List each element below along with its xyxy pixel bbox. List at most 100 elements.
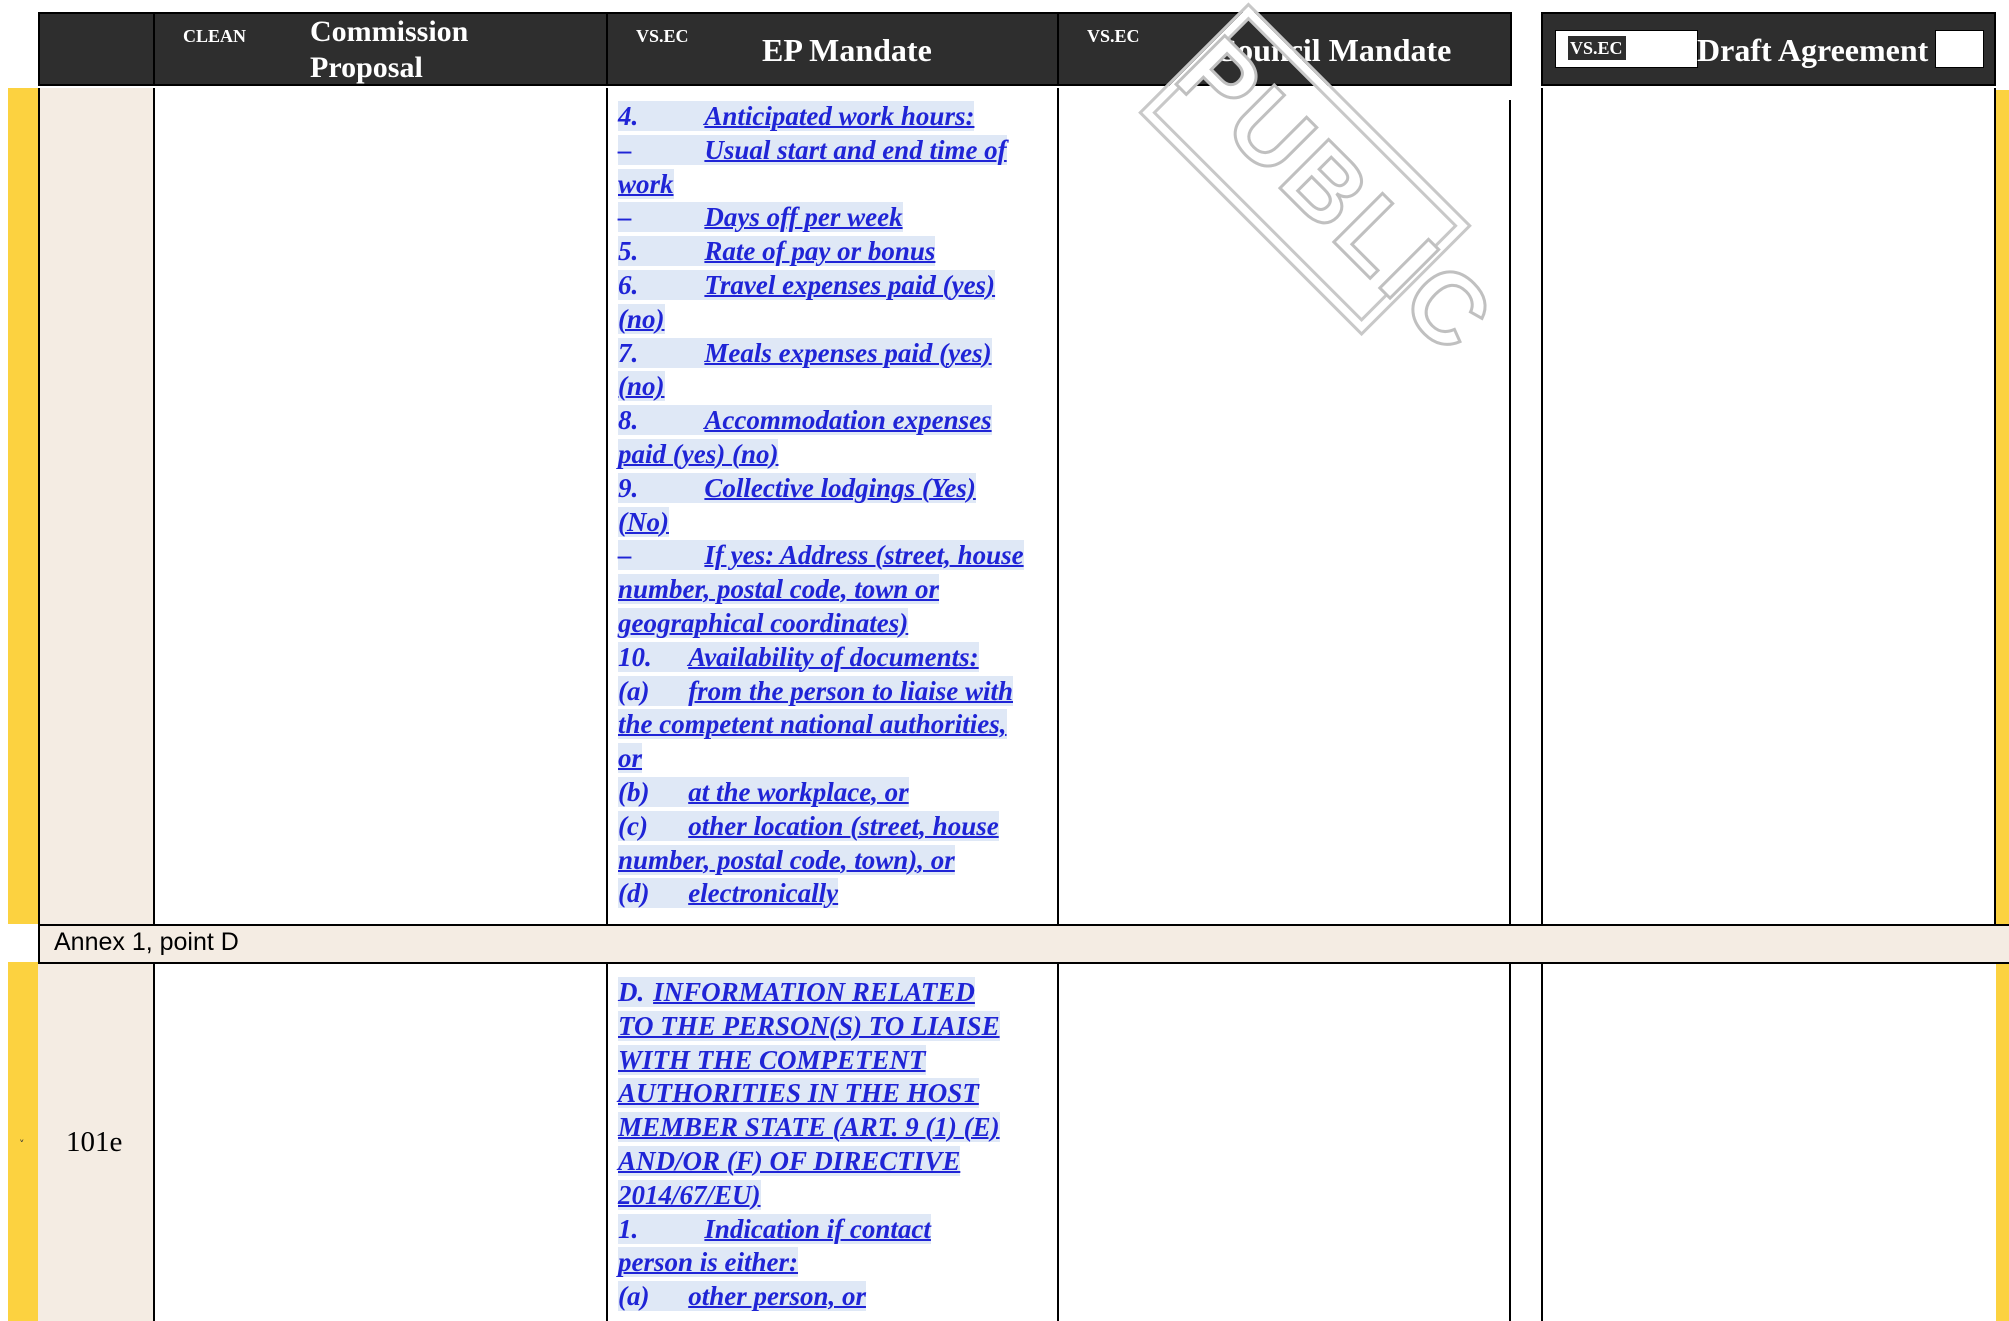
- ep-item-text: Rate of pay or bonus: [704, 236, 936, 267]
- col-line: [1057, 962, 1059, 1321]
- ep-item-text: Availability of documents:: [688, 641, 979, 672]
- ep-text-line: (c) other location (street, house: [618, 810, 1044, 844]
- ep-text-line: MEMBER STATE (ART. 9 (1) (E): [618, 1111, 1044, 1145]
- ep-text-line: 6. Travel expenses paid (yes): [618, 269, 1044, 303]
- ep-text-line: (No): [618, 506, 1044, 540]
- ep-text-highlight: the competent national authorities,: [618, 709, 1007, 740]
- draft-agreement-title: Draft Agreement: [1697, 32, 1929, 68]
- ep-item-text: at the workplace, or: [688, 776, 909, 807]
- ep-mandate-title: EP Mandate: [762, 32, 932, 68]
- ep-item-number: –: [618, 540, 632, 571]
- col-line: [606, 88, 608, 924]
- ep-vs-ec-tag[interactable]: VS.EC: [636, 26, 689, 47]
- ep-text-highlight: – Days off per week: [618, 202, 903, 233]
- ep-text-highlight: AUTHORITIES IN THE HOST: [618, 1078, 979, 1109]
- ep-text-line: (d) electronically: [618, 877, 1044, 911]
- ep-text-line: – Usual start and end time of: [618, 134, 1044, 168]
- ep-text-highlight: paid (yes) (no): [618, 438, 779, 469]
- ep-item-text: Travel expenses paid (yes): [704, 269, 996, 300]
- ep-text-highlight: geographical coordinates): [618, 607, 909, 638]
- ep-text-line: number, postal code, town or: [618, 573, 1044, 607]
- col-line: [1057, 88, 1059, 924]
- ep-item-text: TO THE PERSON(S) TO LIAISE: [618, 1010, 1000, 1041]
- ep-item-number: 9.: [618, 472, 639, 503]
- ep-text-line: 7. Meals expenses paid (yes): [618, 337, 1044, 371]
- col-line: [1509, 100, 1511, 924]
- ep-item-text: (No): [618, 506, 669, 537]
- ep-item-number: (a): [618, 675, 650, 706]
- draft-vs-ec-toggle[interactable]: VS.EC: [1555, 30, 1698, 68]
- col-line: [153, 962, 155, 1321]
- ep-item-text: the competent national authorities,: [618, 709, 1007, 740]
- ep-item-number: 5.: [618, 236, 639, 267]
- ep-text-highlight: – Usual start and end time of: [618, 134, 1007, 165]
- ep-item-text: Days off per week: [704, 202, 903, 233]
- col-line: [1994, 88, 1996, 924]
- ep-text-highlight: 4. Anticipated work hours:: [618, 101, 975, 131]
- ep-text-line: paid (yes) (no): [618, 438, 1044, 472]
- ep-text-line: number, postal code, town), or: [618, 844, 1044, 878]
- ep-item-text: paid (yes) (no): [618, 438, 779, 469]
- ep-item-text: Indication if contact: [704, 1213, 931, 1244]
- ep-item-text: AUTHORITIES IN THE HOST: [618, 1078, 979, 1109]
- ep-text-highlight: (a) other person, or: [618, 1281, 866, 1312]
- ep-text-line: (a) from the person to liaise with: [618, 675, 1044, 709]
- ep-item-number: –: [618, 134, 632, 165]
- col-line: [1541, 88, 1543, 924]
- ep-text-highlight: 1. Indication if contact: [618, 1213, 931, 1244]
- col-line: [1541, 962, 1543, 1321]
- ep-text-highlight: 10. Availability of documents:: [618, 641, 979, 672]
- ep-text-highlight: D. INFORMATION RELATED: [618, 977, 975, 1007]
- ep-text-line: 4. Anticipated work hours:: [618, 100, 1044, 134]
- ep-item-text: If yes: Address (street, house: [704, 540, 1024, 571]
- ep-text-highlight: (c) other location (street, house: [618, 810, 999, 841]
- ep-item-text: Anticipated work hours:: [704, 101, 975, 131]
- ep-item-number: (d): [618, 878, 650, 909]
- ep-text-line: AUTHORITIES IN THE HOST: [618, 1077, 1044, 1111]
- number-column-1: [38, 88, 154, 924]
- draft-vs-ec-tag: VS.EC: [1568, 36, 1626, 60]
- right-edge-bar-2: [1996, 964, 2009, 1321]
- ep-text-line: (a) other person, or: [618, 1280, 1044, 1314]
- expand-chevron-icon[interactable]: ˅: [19, 1138, 25, 1151]
- ep-text-line: AND/OR (F) OF DIRECTIVE: [618, 1145, 1044, 1179]
- ep-item-text: work: [618, 168, 674, 199]
- ep-text-line: work: [618, 168, 1044, 202]
- ep-text-highlight: (no): [618, 303, 665, 334]
- ep-item-text: AND/OR (F) OF DIRECTIVE: [618, 1145, 961, 1176]
- ep-item-text: MEMBER STATE (ART. 9 (1) (E): [618, 1112, 1000, 1143]
- ep-item-number: 6.: [618, 269, 639, 300]
- col-line: [1509, 962, 1511, 1321]
- ep-mandate-text-row2: D. INFORMATION RELATED TO THE PERSON(S) TO…: [618, 976, 1044, 1314]
- ep-text-highlight: (b) at the workplace, or: [618, 776, 909, 807]
- ep-item-text: 2014/67/EU): [618, 1179, 761, 1210]
- ep-item-number: (a): [618, 1281, 650, 1312]
- header-divider: [606, 12, 608, 86]
- commission-proposal-title-line1: Commission: [310, 15, 469, 48]
- col-line: [606, 962, 608, 1321]
- ep-text-line: (no): [618, 370, 1044, 404]
- row-marker-bar-1: [8, 88, 38, 924]
- ep-item-number: 4.: [618, 101, 639, 131]
- ep-item-number: (c): [618, 810, 648, 841]
- ep-item-number: D.: [618, 977, 645, 1007]
- col-line: [153, 88, 155, 924]
- ep-item-text: person is either:: [618, 1247, 799, 1278]
- ep-item-text: INFORMATION RELATED: [653, 977, 975, 1007]
- ep-item-text: Accommodation expenses: [704, 405, 992, 436]
- header-divider: [153, 12, 155, 86]
- ep-text-highlight: number, postal code, town), or: [618, 844, 955, 875]
- ep-text-highlight: (a) from the person to liaise with: [618, 675, 1013, 706]
- draft-settings-box[interactable]: [1935, 30, 1984, 68]
- council-vs-ec-tag[interactable]: VS.EC: [1087, 26, 1140, 47]
- ep-text-highlight: 6. Travel expenses paid (yes): [618, 269, 996, 300]
- ep-item-number: 10.: [618, 641, 652, 672]
- ep-text-line: (no): [618, 303, 1044, 337]
- ep-item-text: or: [618, 743, 643, 774]
- ep-text-line: (b) at the workplace, or: [618, 776, 1044, 810]
- ep-text-highlight: person is either:: [618, 1247, 799, 1278]
- ep-item-text: Usual start and end time of: [704, 134, 1007, 165]
- ep-text-highlight: 2014/67/EU): [618, 1179, 761, 1210]
- ep-text-line: 2014/67/EU): [618, 1179, 1044, 1213]
- ep-item-number: –: [618, 202, 632, 233]
